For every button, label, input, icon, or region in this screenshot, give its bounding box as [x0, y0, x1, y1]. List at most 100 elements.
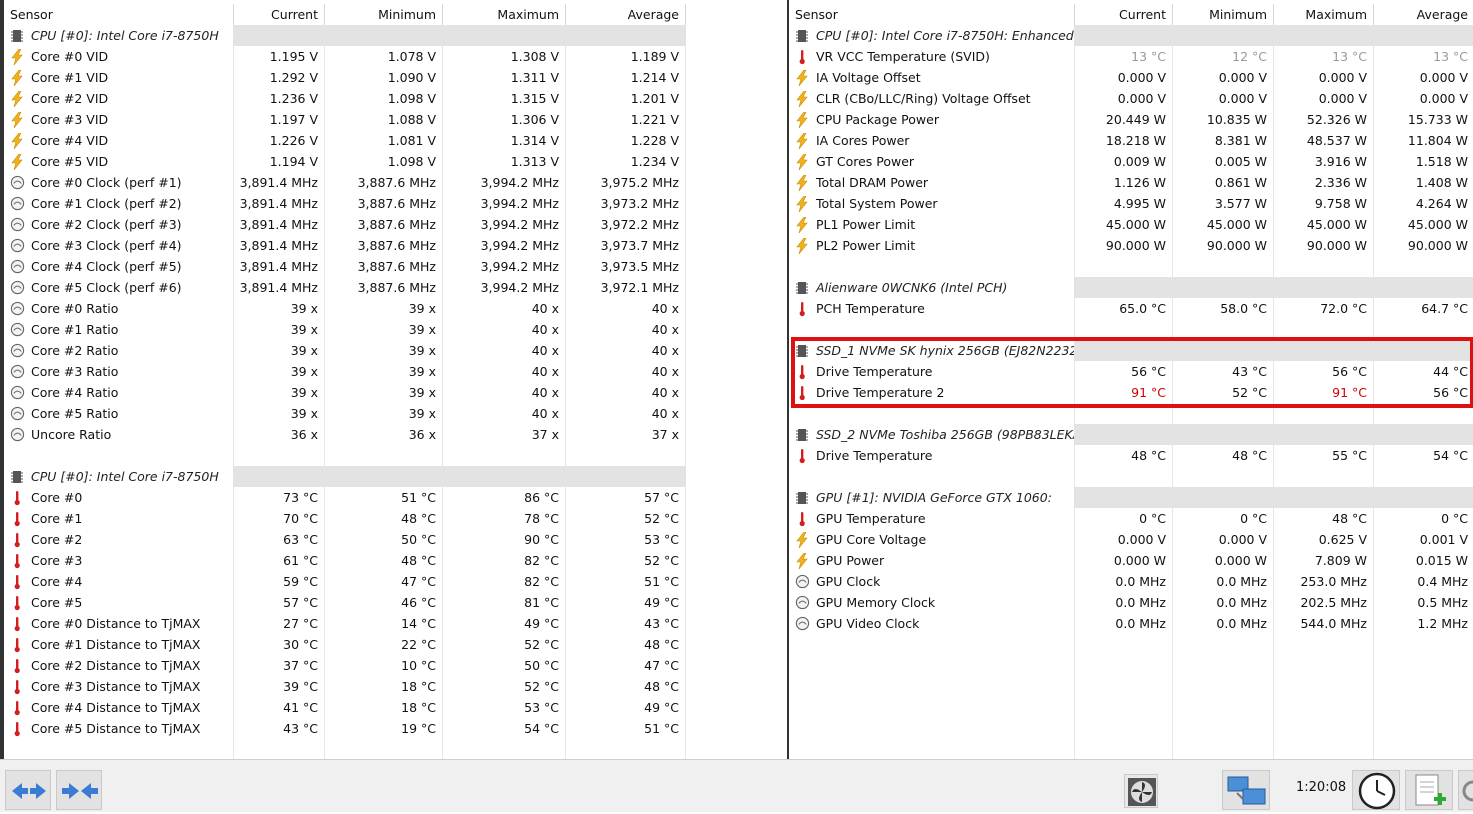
sensor-label: Core #0 Distance to TjMAX — [31, 616, 201, 631]
lightning-icon — [10, 111, 24, 129]
sensor-label: Core #4 VID — [31, 133, 109, 148]
current-value: 1.292 V — [234, 67, 325, 88]
column-header-current[interactable]: Current — [1075, 4, 1173, 25]
blank-cell — [1274, 256, 1374, 277]
average-value: 3,973.7 MHz — [566, 235, 686, 256]
sensor-label: Uncore Ratio — [31, 427, 112, 442]
thermometer-icon — [795, 511, 809, 527]
column-header-average[interactable]: Average — [566, 4, 686, 25]
clock-button[interactable] — [1352, 770, 1400, 810]
row-filler — [686, 298, 787, 319]
blank-cell — [1075, 256, 1173, 277]
column-header-sensor[interactable]: Sensor — [4, 4, 234, 25]
column-header-minimum[interactable]: Minimum — [1173, 4, 1274, 25]
average-value: 13 °C — [1374, 46, 1473, 67]
row-filler — [686, 697, 787, 718]
sensor-label: GPU Power — [816, 553, 885, 568]
current-value: 37 °C — [234, 655, 325, 676]
average-value: 0.000 V — [1374, 67, 1473, 88]
column-header-maximum[interactable]: Maximum — [1274, 4, 1374, 25]
maximum-value: 544.0 MHz — [1274, 613, 1374, 634]
group-filler — [1173, 340, 1274, 361]
average-value: 1.2 MHz — [1374, 613, 1473, 634]
chip-icon — [10, 469, 24, 484]
column-header-maximum[interactable]: Maximum — [443, 4, 566, 25]
blank-cell — [1075, 655, 1173, 676]
group-name: SSD_2 NVMe Toshiba 256GB (98PB83LEKA... — [789, 424, 1075, 445]
blank-cell — [1274, 634, 1374, 655]
minimum-value: 0.861 W — [1173, 172, 1274, 193]
current-value: 1.226 V — [234, 130, 325, 151]
sensor-pane-right: Sensor Current Minimum Maximum Average CPU [#… — [787, 0, 1473, 759]
thermometer-icon — [10, 679, 24, 695]
lightning-icon — [10, 90, 24, 108]
average-value: 51 °C — [566, 718, 686, 739]
lightning-icon — [795, 111, 809, 129]
average-value: 56 °C — [1374, 382, 1473, 403]
blank-cell — [443, 445, 566, 466]
fan-control-button[interactable] — [1124, 774, 1158, 808]
blank-cell — [1274, 718, 1374, 739]
minimum-value: 10 °C — [325, 655, 443, 676]
sensor-label: Core #3 Clock (perf #4) — [31, 238, 182, 253]
minimum-value: 39 x — [325, 361, 443, 382]
column-header-average[interactable]: Average — [1374, 4, 1473, 25]
expand-all-button[interactable] — [5, 770, 51, 810]
maximum-value: 3.916 W — [1274, 151, 1374, 172]
group-name: CPU [#0]: Intel Core i7-8750H — [4, 466, 234, 487]
average-value: 48 °C — [566, 676, 686, 697]
report-button[interactable] — [1405, 770, 1453, 810]
blank-cell — [1173, 676, 1274, 697]
clock-icon — [795, 595, 810, 610]
header-filler — [686, 4, 787, 25]
sensor-name: VR VCC Temperature (SVID) — [789, 46, 1075, 67]
current-value: 3,891.4 MHz — [234, 172, 325, 193]
clock-icon — [10, 238, 25, 253]
maximum-value: 86 °C — [443, 487, 566, 508]
minimum-value: 0.005 W — [1173, 151, 1274, 172]
minimum-value: 3,887.6 MHz — [325, 256, 443, 277]
collapse-all-button[interactable] — [56, 770, 102, 810]
sensor-name: Core #5 Ratio — [4, 403, 234, 424]
maximum-value: 1.313 V — [443, 151, 566, 172]
column-header-current[interactable]: Current — [234, 4, 325, 25]
sensor-name: Core #3 Ratio — [4, 361, 234, 382]
clock-icon — [10, 280, 25, 295]
sensor-name: Total System Power — [789, 193, 1075, 214]
settings-button[interactable] — [1458, 770, 1473, 810]
network-button[interactable] — [1222, 770, 1270, 810]
blank-cell — [1274, 739, 1374, 759]
row-filler — [686, 550, 787, 571]
blank-cell — [1374, 739, 1473, 759]
group-filler — [1075, 340, 1173, 361]
blank-cell — [4, 445, 234, 466]
group-filler — [1274, 277, 1374, 298]
maximum-value: 7.809 W — [1274, 550, 1374, 571]
average-value: 0.4 MHz — [1374, 571, 1473, 592]
current-value: 0.000 W — [1075, 550, 1173, 571]
current-value: 39 x — [234, 298, 325, 319]
group-filler — [443, 25, 566, 46]
blank-cell — [1374, 718, 1473, 739]
sensor-name: Core #4 VID — [4, 130, 234, 151]
sensor-label: Core #3 — [31, 553, 83, 568]
average-value: 4.264 W — [1374, 193, 1473, 214]
maximum-value: 55 °C — [1274, 445, 1374, 466]
minimum-value: 47 °C — [325, 571, 443, 592]
blank-cell — [1374, 466, 1473, 487]
sensor-name: GPU Clock — [789, 571, 1075, 592]
maximum-value: 1.306 V — [443, 109, 566, 130]
clock-icon — [10, 196, 25, 211]
sensor-label: Drive Temperature — [816, 448, 933, 463]
group-label: SSD_2 NVMe Toshiba 256GB (98PB83LEKA... — [816, 427, 1075, 442]
column-header-minimum[interactable]: Minimum — [325, 4, 443, 25]
minimum-value: 3,887.6 MHz — [325, 277, 443, 298]
average-value: 49 °C — [566, 697, 686, 718]
lightning-icon — [10, 153, 24, 171]
column-header-sensor[interactable]: Sensor — [789, 4, 1075, 25]
maximum-value: 0.000 V — [1274, 67, 1374, 88]
current-value: 1.197 V — [234, 109, 325, 130]
sensor-label: Core #0 VID — [31, 49, 109, 64]
blank-cell — [1075, 403, 1173, 424]
lightning-icon — [10, 132, 24, 150]
